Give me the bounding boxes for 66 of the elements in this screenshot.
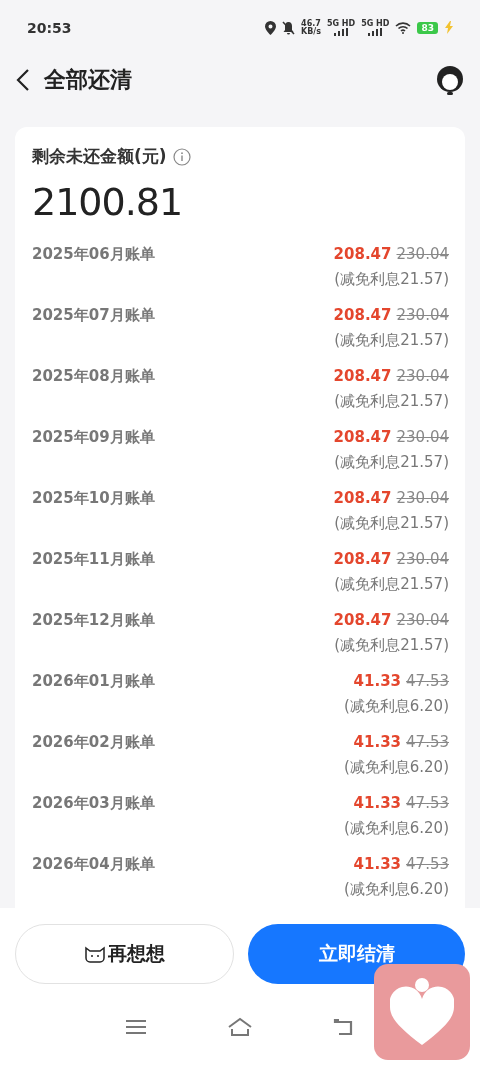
discounted-amount: 208.47 — [333, 488, 392, 509]
signal-icon — [368, 28, 383, 36]
discounted-amount: 41.33 — [353, 854, 402, 875]
interest-waiver: (减免利息21.57) — [334, 574, 449, 595]
bill-month: 2025年11月账单 — [32, 549, 155, 570]
discounted-amount: 208.47 — [333, 610, 392, 631]
discounted-amount: 208.47 — [333, 305, 392, 326]
interest-waiver: (减免利息21.57) — [334, 391, 449, 412]
remaining-amount: 2100.81 — [32, 180, 184, 224]
original-amount: 47.53 — [406, 793, 449, 814]
bill-month: 2025年10月账单 — [32, 488, 155, 509]
bill-month: 2025年09月账单 — [32, 427, 155, 448]
network-type: 5G HD — [361, 19, 390, 28]
wifi-icon — [395, 21, 412, 34]
interest-waiver: (减免利息21.57) — [334, 635, 449, 656]
original-amount: 230.04 — [396, 610, 449, 631]
location-icon — [264, 20, 276, 35]
heart-icon — [390, 977, 454, 1047]
speed-unit: KB/s — [300, 27, 321, 36]
original-amount: 230.04 — [396, 427, 449, 448]
info-icon[interactable] — [172, 147, 191, 166]
discounted-amount: 208.47 — [333, 366, 392, 387]
interest-waiver: (减免利息21.57) — [334, 452, 449, 473]
cat-face-icon — [84, 945, 106, 963]
interest-waiver: (减免利息6.20) — [343, 818, 449, 839]
muted-bell-icon — [281, 20, 295, 35]
interest-waiver: (减免利息6.20) — [343, 879, 449, 900]
original-amount: 47.53 — [406, 732, 449, 753]
original-amount: 230.04 — [396, 549, 449, 570]
discounted-amount: 208.47 — [333, 549, 392, 570]
signal-icon — [334, 28, 349, 36]
bill-month: 2026年02月账单 — [32, 732, 155, 753]
interest-waiver: (减免利息21.57) — [334, 269, 449, 290]
original-amount: 47.53 — [406, 854, 449, 875]
bill-month: 2026年01月账单 — [32, 671, 155, 692]
discounted-amount: 41.33 — [353, 793, 402, 814]
bill-month: 2025年07月账单 — [32, 305, 155, 326]
original-amount: 230.04 — [396, 488, 449, 509]
discounted-amount: 41.33 — [353, 671, 402, 692]
interest-waiver: (减免利息6.20) — [343, 757, 449, 778]
interest-waiver: (减免利息6.20) — [343, 696, 449, 717]
discounted-amount: 208.47 — [333, 427, 392, 448]
bill-month: 2025年12月账单 — [32, 610, 155, 631]
battery-level: 83 — [417, 21, 438, 34]
discounted-amount: 41.33 — [353, 732, 402, 753]
charging-icon — [444, 21, 454, 34]
original-amount: 47.53 — [406, 671, 449, 692]
bill-month: 2026年03月账单 — [32, 793, 155, 814]
original-amount: 230.04 — [396, 244, 449, 265]
bill-month: 2026年04月账单 — [32, 854, 155, 875]
original-amount: 230.04 — [396, 305, 449, 326]
interest-waiver: (减免利息21.57) — [334, 513, 449, 534]
bill-month: 2025年06月账单 — [32, 244, 155, 265]
discounted-amount: 208.47 — [333, 244, 392, 265]
reconsider-button[interactable]: 再想想 — [15, 924, 234, 984]
menu-icon[interactable] — [125, 1019, 147, 1035]
original-amount: 230.04 — [396, 366, 449, 387]
network-type: 5G HD — [326, 19, 356, 28]
interest-waiver: (减免利息21.57) — [334, 330, 449, 351]
remaining-amount-label: 剩余未还金额(元) — [32, 145, 167, 168]
page-title: 全部还清 — [44, 66, 133, 94]
bill-month: 2025年08月账单 — [32, 366, 155, 387]
back-icon[interactable] — [16, 68, 30, 92]
status-time: 20:53 — [27, 19, 72, 36]
home-icon[interactable] — [227, 1017, 253, 1037]
network-speed: 46.7 — [301, 19, 321, 28]
